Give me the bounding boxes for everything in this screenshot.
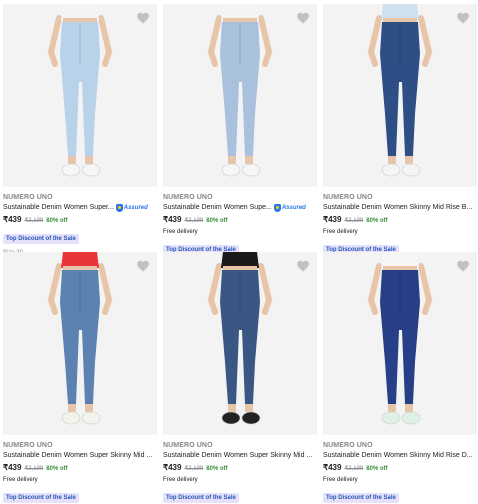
assured-shield-icon <box>115 204 123 212</box>
product-title[interactable]: Sustainable Denim Women Super Skinny Mid… <box>163 450 312 462</box>
product-card[interactable]: NUMERO UNO Sustainable Denim Women Supe.… <box>163 4 317 256</box>
product-image-figure <box>323 4 477 187</box>
assured-label: Assured <box>123 205 148 211</box>
product-image[interactable] <box>163 252 317 435</box>
assured-badge: Assured <box>273 204 306 212</box>
delivery-info: Free delivery <box>3 477 38 483</box>
product-discount: 80% off <box>366 218 388 224</box>
delivery-info: Free delivery <box>323 477 358 483</box>
wishlist-heart-icon[interactable] <box>456 259 470 273</box>
product-price: ₹439 <box>163 215 182 224</box>
product-price: ₹439 <box>3 463 22 472</box>
product-card[interactable]: NUMERO UNO Sustainable Denim Women Skinn… <box>323 4 477 256</box>
product-brand: NUMERO UNO <box>3 442 53 449</box>
product-discount: 80% off <box>366 466 388 472</box>
product-mrp: ₹2,199 <box>24 218 44 224</box>
product-title[interactable]: Sustainable Denim Women Skinny Mid Rise … <box>323 450 473 462</box>
product-card[interactable]: NUMERO UNO Sustainable Denim Women Skinn… <box>323 252 477 504</box>
product-brand: NUMERO UNO <box>323 194 373 201</box>
product-mrp: ₹2,199 <box>24 466 44 472</box>
offer-tag: Top Discount of the Sale <box>163 493 239 503</box>
product-mrp: ₹2,199 <box>184 466 204 472</box>
product-discount: 80% off <box>46 218 68 224</box>
product-image[interactable] <box>3 252 157 435</box>
product-card[interactable]: NUMERO UNO Sustainable Denim Women Super… <box>3 252 157 504</box>
product-price: ₹439 <box>163 463 182 472</box>
product-price: ₹439 <box>323 463 342 472</box>
product-image-figure <box>3 252 157 435</box>
delivery-info: Free delivery <box>163 229 198 235</box>
product-card[interactable]: NUMERO UNO Sustainable Denim Women Super… <box>3 4 157 256</box>
product-title[interactable]: Sustainable Denim Women Super Skinny Mid… <box>3 450 152 462</box>
delivery-info: Free delivery <box>163 477 198 483</box>
product-brand: NUMERO UNO <box>323 442 373 449</box>
wishlist-heart-icon[interactable] <box>456 11 470 25</box>
assured-shield-icon <box>273 204 281 212</box>
product-discount: 80% off <box>46 466 68 472</box>
offer-tag: Top Discount of the Sale <box>323 493 399 503</box>
product-image-figure <box>323 252 477 435</box>
product-image[interactable] <box>323 4 477 187</box>
offer-tag: Top Discount of the Sale <box>3 234 79 244</box>
assured-label: Assured <box>281 205 306 211</box>
product-mrp: ₹2,199 <box>184 218 204 224</box>
product-card[interactable]: NUMERO UNO Sustainable Denim Women Super… <box>163 252 317 504</box>
wishlist-heart-icon[interactable] <box>296 259 310 273</box>
product-image[interactable] <box>323 252 477 435</box>
assured-badge: Assured <box>115 204 148 212</box>
wishlist-heart-icon[interactable] <box>296 11 310 25</box>
product-title[interactable]: Sustainable Denim Women Supe... <box>163 202 272 214</box>
wishlist-heart-icon[interactable] <box>136 259 150 273</box>
product-discount: 80% off <box>206 466 228 472</box>
product-discount: 80% off <box>206 218 228 224</box>
product-price: ₹439 <box>323 215 342 224</box>
product-image[interactable] <box>3 4 157 187</box>
wishlist-heart-icon[interactable] <box>136 11 150 25</box>
product-image-figure <box>163 4 317 187</box>
product-grid: NUMERO UNO Sustainable Denim Women Super… <box>0 0 478 503</box>
product-image-figure <box>3 4 157 187</box>
product-brand: NUMERO UNO <box>163 194 213 201</box>
product-brand: NUMERO UNO <box>163 442 213 449</box>
product-mrp: ₹2,199 <box>344 218 364 224</box>
product-mrp: ₹2,199 <box>344 466 364 472</box>
product-title[interactable]: Sustainable Denim Women Skinny Mid Rise … <box>323 202 472 214</box>
product-price: ₹439 <box>3 215 22 224</box>
product-brand: NUMERO UNO <box>3 194 53 201</box>
product-image[interactable] <box>163 4 317 187</box>
offer-tag: Top Discount of the Sale <box>3 493 79 503</box>
product-title[interactable]: Sustainable Denim Women Super... <box>3 202 114 214</box>
delivery-info: Free delivery <box>323 229 358 235</box>
product-image-figure <box>163 252 317 435</box>
